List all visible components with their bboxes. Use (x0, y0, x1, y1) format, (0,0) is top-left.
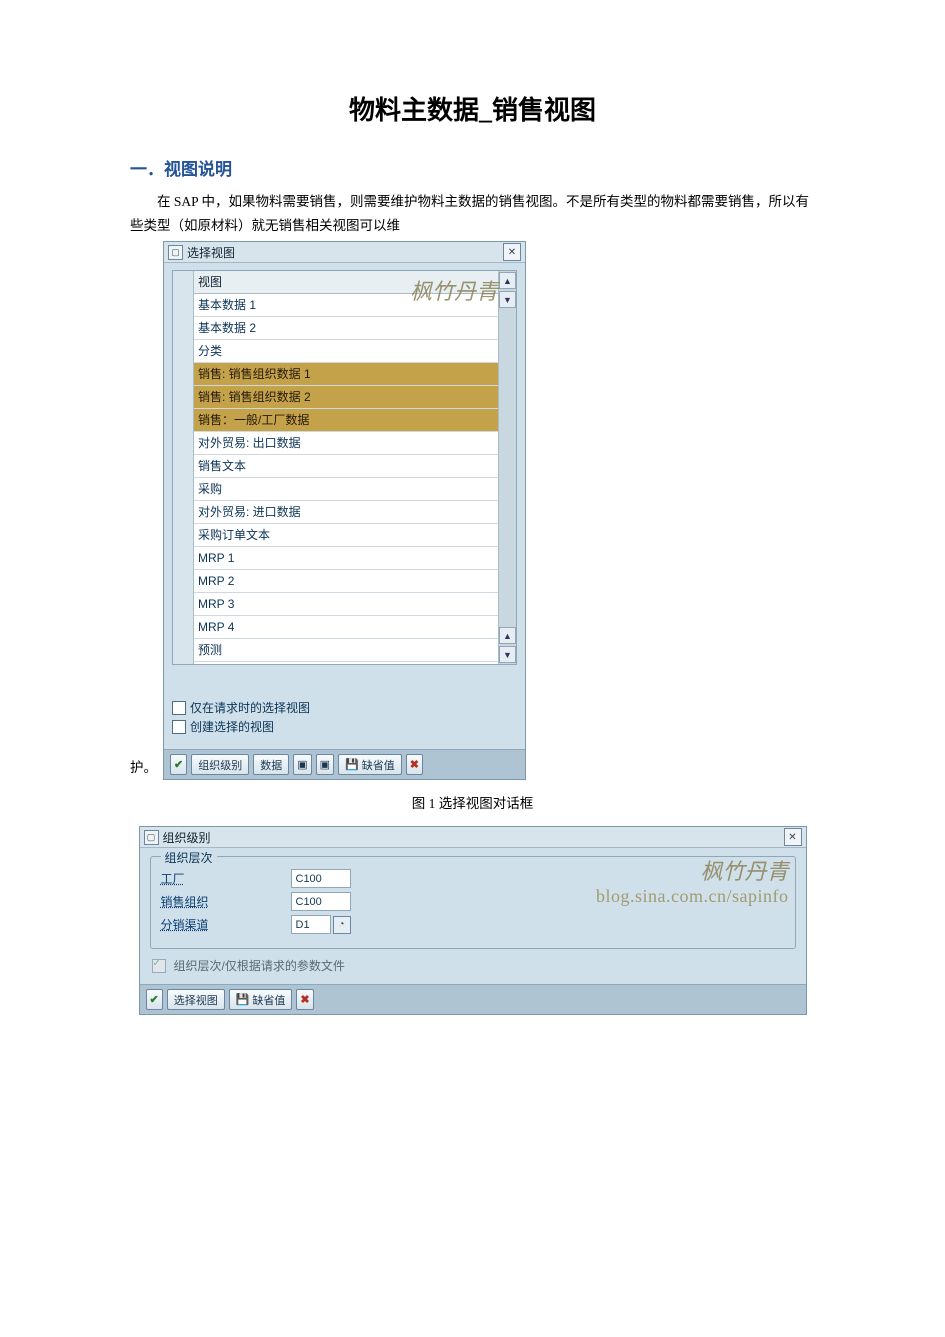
close-icon: ✖ (300, 993, 309, 1006)
figure-caption: 图 1 选择视图对话框 (130, 792, 815, 812)
window-menu-icon[interactable]: ▢ (144, 830, 159, 845)
close-icon: ✖ (410, 758, 419, 771)
list-item[interactable]: MRP 2 (194, 570, 498, 593)
dialog-titlebar: ▢ 选择视图 ✕ (164, 242, 525, 263)
section-heading: 一．视图说明 (130, 155, 815, 180)
list-item[interactable]: 采购 (194, 478, 498, 501)
check-icon: ✔ (174, 758, 183, 771)
window-menu-icon[interactable]: ▢ (168, 245, 183, 260)
cancel-button[interactable]: ✖ (296, 989, 313, 1010)
save-icon: 💾 (345, 758, 359, 771)
ok-button[interactable]: ✔ (146, 989, 163, 1010)
checkbox-icon (152, 959, 166, 973)
select-view-button[interactable]: 选择视图 (167, 989, 225, 1010)
list-item[interactable]: 对外贸易: 进口数据 (194, 501, 498, 524)
data-button[interactable]: 数据 (253, 754, 289, 775)
sales-org-input[interactable] (291, 892, 351, 911)
dialog-button-bar: ✔ 组织级别 数据 ▣ ▣ 💾缺省值 ✖ (164, 749, 525, 779)
scroll-down-icon[interactable]: ▼ (499, 646, 516, 663)
group-title: 组织层次 (161, 849, 217, 866)
paragraph-trail: 护。 (130, 757, 157, 780)
list-item[interactable]: 一般工厂数据/存储 1 (194, 662, 498, 664)
checkbox-label: 组织层次/仅根据请求的参数文件 (174, 957, 345, 974)
checkbox-row[interactable]: 创建选择的视图 (172, 718, 517, 735)
org-level-dialog: ▢ 组织级别 ✕ 组织层次 枫竹丹青 blog.sina.com.cn/sapi… (139, 826, 807, 1015)
checkbox-row[interactable]: 仅在请求时的选择视图 (172, 699, 517, 716)
checkbox-icon[interactable] (172, 720, 186, 734)
list-item[interactable]: 基本数据 1 (194, 294, 498, 317)
select-view-dialog: ▢ 选择视图 ✕ 枫竹丹青 视图 基本数据 1基本数据 2分类销售: 销售组织数… (163, 241, 526, 780)
defaults-button[interactable]: 💾缺省值 (338, 754, 402, 775)
close-icon[interactable]: ✕ (784, 828, 802, 846)
dialog-title: 组织级别 (163, 829, 211, 846)
list-item[interactable]: 销售: 销售组织数据 1 (194, 363, 498, 386)
checkbox-icon[interactable] (172, 701, 186, 715)
list-item[interactable]: 销售文本 (194, 455, 498, 478)
list-item[interactable]: 预测 (194, 639, 498, 662)
list-selection-gutter[interactable] (173, 271, 194, 664)
save-icon: 💾 (236, 993, 250, 1006)
list-item[interactable]: MRP 3 (194, 593, 498, 616)
list-item[interactable]: MRP 1 (194, 547, 498, 570)
scroll-up-icon[interactable]: ▲ (499, 627, 516, 644)
ok-button[interactable]: ✔ (170, 754, 187, 775)
list-item[interactable]: 销售: 销售组织数据 2 (194, 386, 498, 409)
org-level-button[interactable]: 组织级别 (191, 754, 249, 775)
search-help-icon[interactable]: ◔ (333, 916, 351, 934)
checkbox-row: 组织层次/仅根据请求的参数文件 (152, 957, 794, 974)
scroll-down-icon[interactable]: ▼ (499, 291, 516, 308)
dialog-button-bar: ✔ 选择视图 💾缺省值 ✖ (140, 984, 806, 1014)
check-icon: ✔ (150, 993, 159, 1006)
collapse-button[interactable]: ▣ (316, 754, 334, 775)
checkbox-label: 创建选择的视图 (190, 718, 274, 735)
list-item[interactable]: 销售：一般/工厂数据 (194, 409, 498, 432)
checkbox-label: 仅在请求时的选择视图 (190, 699, 310, 716)
cancel-button[interactable]: ✖ (406, 754, 423, 775)
scrollbar[interactable]: ▲ ▼ ▲ ▼ (498, 271, 516, 664)
defaults-button[interactable]: 💾缺省值 (229, 989, 293, 1010)
paragraph-1: 在 SAP 中，如果物料需要销售，则需要维护物料主数据的销售视图。不是所有类型的… (130, 190, 815, 237)
document-title: 物料主数据_销售视图 (130, 90, 815, 127)
column-header: 视图 (194, 271, 498, 294)
list-item[interactable]: 采购订单文本 (194, 524, 498, 547)
list-item[interactable]: MRP 4 (194, 616, 498, 639)
list-item[interactable]: 对外贸易: 出口数据 (194, 432, 498, 455)
list-item[interactable]: 基本数据 2 (194, 317, 498, 340)
dialog-titlebar: ▢ 组织级别 ✕ (140, 827, 806, 848)
dist-channel-label[interactable]: 分销渠道 (161, 916, 291, 933)
close-icon[interactable]: ✕ (503, 243, 521, 261)
expand-button[interactable]: ▣ (293, 754, 311, 775)
sales-org-label[interactable]: 销售组织 (161, 893, 291, 910)
plant-label[interactable]: 工厂 (161, 870, 291, 887)
plant-input[interactable] (291, 869, 351, 888)
dist-channel-input[interactable] (291, 915, 331, 934)
dialog-title: 选择视图 (187, 244, 235, 261)
org-level-group: 组织层次 枫竹丹青 blog.sina.com.cn/sapinfo 工厂 销售… (150, 856, 796, 949)
scroll-up-icon[interactable]: ▲ (499, 272, 516, 289)
list-item[interactable]: 分类 (194, 340, 498, 363)
